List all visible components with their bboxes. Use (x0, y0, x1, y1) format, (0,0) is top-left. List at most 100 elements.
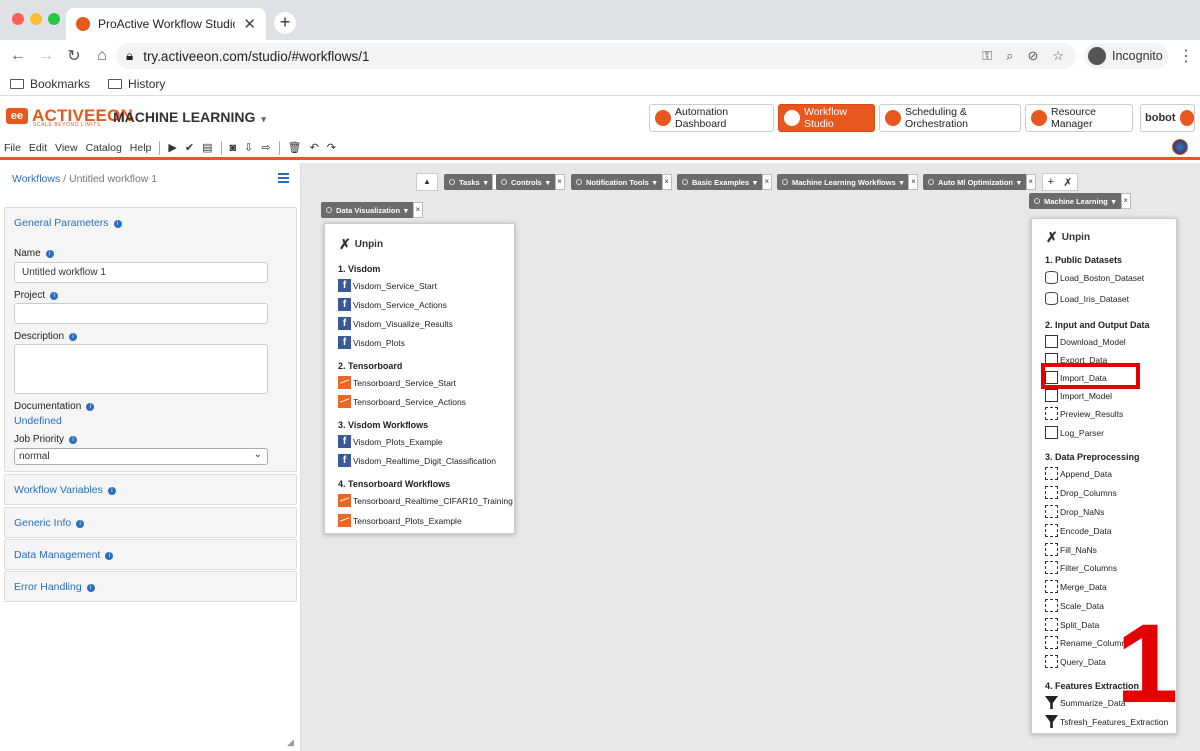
task-item[interactable]: f Visdom_Plots_Example (338, 435, 443, 448)
close-icon[interactable]: × (412, 202, 423, 218)
browser-menu-icon[interactable]: ⋮ (1178, 46, 1194, 66)
automation-dashboard-button[interactable]: Automation Dashboard (649, 104, 774, 132)
workflow-studio-button[interactable]: Workflow Studio (778, 104, 875, 132)
project-field[interactable] (14, 303, 268, 324)
scheduling-orchestration-button[interactable]: Scheduling & Orchestration (879, 104, 1021, 132)
task-item[interactable]: Fill_NaNs (1045, 543, 1097, 556)
bucket-notification-tools[interactable]: Notification Tools ▾ × (571, 174, 672, 190)
description-field[interactable] (14, 344, 268, 394)
import-icon[interactable]: ⇨ (261, 141, 270, 154)
breadcrumb-workflows-link[interactable]: Workflows (12, 173, 60, 185)
close-icon[interactable]: × (1025, 174, 1036, 190)
info-icon[interactable]: i (76, 520, 85, 528)
task-item[interactable]: Query_Data (1045, 655, 1106, 668)
data-management-section[interactable]: Data Management i (4, 539, 297, 570)
task-item[interactable]: Drop_NaNs (1045, 505, 1104, 518)
error-handling-section[interactable]: Error Handling i (4, 571, 297, 602)
workflow-canvas[interactable]: ▲ Tasks▾× Controls▾× Notification Tools▾… (301, 163, 1200, 751)
job-priority-select[interactable]: normal ⌄ (14, 448, 268, 465)
task-item[interactable]: f Visdom_Realtime_Digit_Classification (338, 454, 496, 467)
resize-handle-icon[interactable]: ◢ (287, 737, 294, 748)
info-icon[interactable]: i (69, 436, 78, 444)
info-icon[interactable]: i (86, 403, 95, 411)
task-item[interactable]: Load_Iris_Dataset (1045, 292, 1129, 305)
task-item[interactable]: Append_Data (1045, 467, 1112, 480)
close-icon[interactable]: × (908, 174, 919, 190)
bucket-tasks[interactable]: Tasks▾× (444, 174, 503, 190)
task-item[interactable]: f Visdom_Visualize_Results (338, 317, 453, 330)
redo-icon[interactable]: ↷ (327, 141, 336, 154)
menu-view[interactable]: View (55, 142, 78, 154)
submit-icon[interactable]: ▶ (168, 141, 176, 154)
task-item[interactable]: f Visdom_Plots (338, 336, 405, 349)
info-icon[interactable]: i (86, 584, 95, 592)
task-item[interactable]: Preview_Results (1045, 407, 1123, 420)
task-item[interactable]: Download_Model (1045, 335, 1126, 348)
close-tab-icon[interactable]: ✕ (243, 15, 256, 33)
menu-catalog[interactable]: Catalog (86, 142, 122, 154)
export-icon[interactable]: ⇩ (244, 141, 253, 154)
task-item[interactable]: Load_Boston_Dataset (1045, 271, 1144, 284)
bucket-ml-workflows[interactable]: Machine Learning Workflows ▾ × (777, 174, 919, 190)
menu-edit[interactable]: Edit (29, 142, 47, 154)
task-item[interactable]: Tensorboard_Service_Actions (338, 395, 466, 408)
user-menu[interactable]: bobot (1140, 104, 1195, 132)
check-icon[interactable]: ✔ (185, 141, 194, 154)
generic-info-section[interactable]: Generic Info i (4, 507, 297, 538)
task-item[interactable]: Drop_Columns (1045, 486, 1117, 499)
workflow-variables-section[interactable]: Workflow Variables i (4, 474, 297, 505)
menu-file[interactable]: File (4, 142, 21, 154)
forward-icon[interactable]: → (32, 47, 60, 65)
minimize-window-button[interactable] (30, 13, 42, 25)
name-field[interactable]: Untitled workflow 1 (14, 262, 268, 283)
info-icon[interactable]: i (69, 333, 78, 341)
documentation-link[interactable]: Undefined (14, 415, 62, 427)
bucket-basic-examples[interactable]: Basic Examples ▾ × (677, 174, 772, 190)
logout-icon[interactable] (1179, 110, 1194, 126)
plus-icon[interactable]: + (1048, 176, 1054, 188)
task-item[interactable]: f Visdom_Service_Actions (338, 298, 447, 311)
close-window-button[interactable] (12, 13, 24, 25)
back-icon[interactable]: ← (4, 47, 32, 65)
info-icon[interactable]: i (45, 250, 54, 258)
general-parameters-header[interactable]: General Parameters i (5, 208, 296, 238)
key-icon[interactable]: ⚿ (982, 48, 992, 64)
menu-help[interactable]: Help (130, 142, 152, 154)
save-icon[interactable]: ◙ (230, 142, 237, 154)
unpin-button[interactable]: ✗ Unpin (339, 236, 383, 253)
app-title[interactable]: MACHINE LEARNING ▾ (113, 109, 266, 125)
star-icon[interactable]: ☆ (1052, 48, 1064, 64)
bookmark-bookmarks[interactable]: Bookmarks (10, 77, 90, 91)
zoom-icon[interactable]: ⌕ (1006, 48, 1013, 64)
address-bar[interactable]: 🔒︎ try.activeeon.com/studio/#workflows/1… (116, 43, 1076, 69)
task-item[interactable]: f Visdom_Service_Start (338, 279, 437, 292)
reload-icon[interactable]: ↻ (60, 46, 88, 66)
bucket-auto-ml-optimization[interactable]: Auto Ml Optimization ▾ × (923, 174, 1036, 190)
browser-tab[interactable]: ProActive Workflow Studio ✕ (66, 8, 266, 40)
home-icon[interactable]: ⌂ (88, 47, 116, 65)
info-icon[interactable]: i (113, 220, 122, 228)
globe-icon[interactable] (1172, 139, 1188, 155)
bookmark-history[interactable]: History (108, 77, 165, 91)
new-tab-button[interactable]: + (274, 12, 296, 34)
task-item[interactable]: Split_Data (1045, 618, 1099, 631)
info-icon[interactable]: i (105, 552, 114, 560)
resource-manager-button[interactable]: Resource Manager (1025, 104, 1133, 132)
close-icon[interactable]: × (1120, 193, 1131, 209)
list-view-icon[interactable] (278, 173, 289, 183)
task-item[interactable]: Scale_Data (1045, 599, 1104, 612)
incognito-profile[interactable]: Incognito (1084, 43, 1168, 69)
close-icon[interactable]: × (761, 174, 772, 190)
list-icon[interactable]: ▤ (202, 141, 212, 154)
maximize-window-button[interactable] (48, 13, 60, 25)
task-item[interactable]: Filter_Columns (1045, 561, 1117, 574)
task-item[interactable]: Tensorboard_Plots_Example (338, 514, 462, 527)
trash-icon[interactable]: 🗑︎ (288, 141, 302, 154)
undo-icon[interactable]: ↶ (310, 141, 319, 154)
info-icon[interactable]: i (50, 292, 59, 300)
close-icon[interactable]: × (554, 174, 565, 190)
task-item[interactable]: Merge_Data (1045, 580, 1107, 593)
task-item[interactable]: Tensorboard_Service_Start (338, 376, 456, 389)
eye-off-icon[interactable]: ⊘ (1027, 48, 1038, 64)
task-item[interactable]: Log_Parser (1045, 426, 1104, 439)
